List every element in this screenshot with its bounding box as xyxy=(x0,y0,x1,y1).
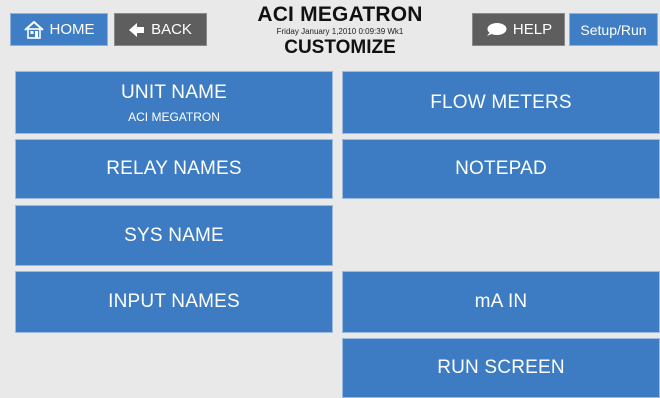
customize-grid: UNIT NAME ACI MEGATRON FLOW METERS RELAY… xyxy=(0,71,660,398)
flow-meters-button[interactable]: FLOW METERS xyxy=(342,71,660,134)
speech-bubble-icon xyxy=(485,22,507,38)
page-title: CUSTOMIZE xyxy=(284,37,396,58)
unit-title: ACI MEGATRON xyxy=(257,3,423,26)
notepad-label: NOTEPAD xyxy=(455,158,547,179)
unit-name-label: UNIT NAME xyxy=(121,81,227,103)
back-button[interactable]: BACK xyxy=(114,13,207,46)
help-button[interactable]: HELP xyxy=(472,13,565,46)
sys-name-label: SYS NAME xyxy=(124,224,224,246)
input-names-label: INPUT NAMES xyxy=(108,291,240,312)
notepad-button[interactable]: NOTEPAD xyxy=(342,139,660,199)
home-icon xyxy=(23,20,44,39)
ma-in-label: mA IN xyxy=(474,291,528,312)
relay-names-button[interactable]: RELAY NAMES xyxy=(15,139,333,199)
setup-run-button[interactable]: Setup/Run xyxy=(569,13,658,46)
flow-meters-label: FLOW METERS xyxy=(430,91,572,113)
ma-in-button[interactable]: mA IN xyxy=(342,271,660,333)
title-block: ACI MEGATRON Friday January 1,2010 0:09:… xyxy=(212,4,468,58)
home-label: HOME xyxy=(49,21,95,38)
sys-name-button[interactable]: SYS NAME xyxy=(15,205,333,266)
unit-name-button[interactable]: UNIT NAME ACI MEGATRON xyxy=(15,71,333,134)
help-label: HELP xyxy=(512,21,553,38)
datetime: Friday January 1,2010 0:09:39 Wk1 xyxy=(276,27,404,36)
top-bar: HOME BACK ACI MEGATRON Friday January 1,… xyxy=(0,0,660,70)
home-button[interactable]: HOME xyxy=(10,13,108,46)
back-arrow-icon xyxy=(129,22,145,38)
run-screen-label: RUN SCREEN xyxy=(437,357,565,378)
back-label: BACK xyxy=(151,21,192,38)
setup-run-label: Setup/Run xyxy=(580,21,647,38)
input-names-button[interactable]: INPUT NAMES xyxy=(15,271,333,333)
unit-name-value: ACI MEGATRON xyxy=(128,109,220,124)
run-screen-button[interactable]: RUN SCREEN xyxy=(342,338,660,398)
relay-names-label: RELAY NAMES xyxy=(106,158,242,179)
